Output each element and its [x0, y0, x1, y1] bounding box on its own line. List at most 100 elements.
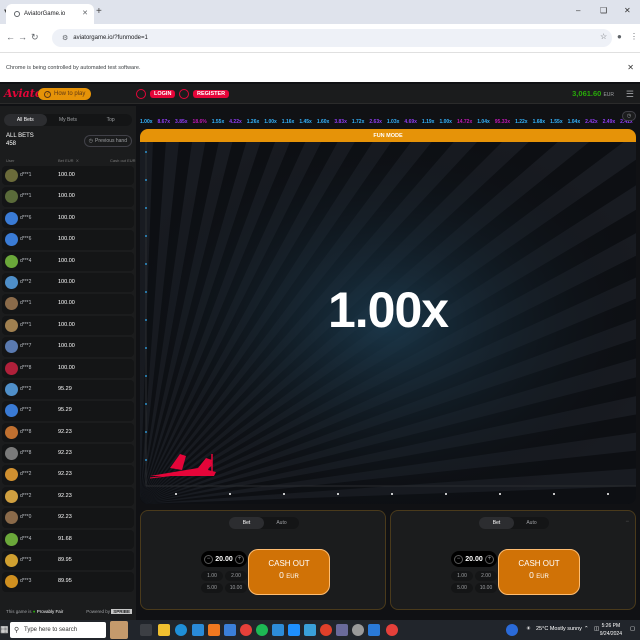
infobar-close-icon[interactable]: ✕ — [627, 63, 634, 72]
tab-bet[interactable]: Bet — [479, 517, 514, 529]
y-axis-dot — [145, 403, 147, 405]
tab-close-icon[interactable]: ✕ — [82, 9, 88, 17]
plus-icon[interactable]: + — [485, 554, 494, 564]
register-button[interactable]: REGISTER — [176, 88, 235, 100]
history-multiplier[interactable]: 1.04x — [568, 115, 581, 124]
history-multiplier[interactable]: 1.55x — [550, 115, 563, 124]
history-multiplier[interactable]: 1.04x — [477, 115, 490, 124]
quick-stake-button[interactable]: 10.00 — [225, 583, 247, 593]
quick-stake-button[interactable]: 2.00 — [225, 571, 247, 581]
stake-value[interactable]: 20.00 — [215, 556, 233, 563]
url-bar[interactable]: ⚙ aviatorgame.io/?funmode=1 — [52, 29, 612, 47]
hamburger-menu-icon[interactable]: ☰ — [626, 89, 634, 100]
history-multiplier[interactable]: 1.00x — [439, 115, 452, 124]
history-multiplier[interactable]: 1.55x — [212, 115, 225, 124]
game-header: Aviator ? How to play LOGIN REGISTER 3,0… — [0, 84, 640, 104]
history-multiplier[interactable]: 4.69x — [404, 115, 417, 124]
quick-stake-button[interactable]: 10.00 — [475, 583, 497, 593]
mail-icon[interactable] — [224, 624, 236, 636]
edge-icon[interactable] — [175, 624, 187, 636]
chrome-active-icon[interactable] — [386, 624, 398, 636]
history-multiplier[interactable]: 1.22x — [515, 115, 528, 124]
minimize-icon[interactable]: – — [576, 6, 580, 15]
new-tab-icon[interactable]: + — [96, 6, 102, 17]
login-button[interactable]: LOGIN — [133, 88, 181, 100]
history-multiplier[interactable]: 2.42x — [585, 115, 598, 124]
quick-stake-button[interactable]: 5.00 — [451, 583, 473, 593]
bookmark-star-icon[interactable]: ☆ — [600, 32, 607, 41]
store-icon[interactable] — [192, 624, 204, 636]
window-close-icon[interactable]: ✕ — [624, 6, 631, 15]
spotify-icon[interactable] — [256, 624, 268, 636]
back-icon[interactable]: ← — [6, 32, 15, 42]
site-info-icon[interactable]: ⚙ — [62, 34, 68, 42]
tab-auto[interactable]: Auto — [514, 517, 549, 529]
more-menu-icon[interactable]: ⋮ — [630, 32, 638, 41]
tab-my-bets[interactable]: My Bets — [47, 114, 90, 126]
restore-icon[interactable]: ❑ — [600, 6, 607, 15]
stake-value[interactable]: 20.00 — [465, 556, 483, 563]
tab-all-bets[interactable]: All Bets — [4, 114, 47, 126]
history-multiplier[interactable]: 1.68x — [533, 115, 546, 124]
system-clock[interactable]: 5:26 PM 9/24/2024 — [600, 622, 622, 638]
history-multiplier[interactable]: 1.03x — [387, 115, 400, 124]
app-tray-icon[interactable] — [506, 624, 518, 636]
quick-stake-button[interactable]: 2.00 — [475, 571, 497, 581]
history-multiplier[interactable]: 95.33x — [495, 115, 510, 124]
history-multiplier[interactable]: 1.16x — [282, 115, 295, 124]
history-multiplier[interactable]: 1.45x — [299, 115, 312, 124]
plus-icon[interactable]: + — [235, 554, 244, 564]
history-multiplier[interactable]: 1.26x — [247, 115, 260, 124]
windows-start-icon[interactable]: ▦ — [0, 624, 9, 636]
quick-stake-button[interactable]: 1.00 — [451, 571, 473, 581]
vscode-icon[interactable] — [368, 624, 380, 636]
how-to-play-button[interactable]: ? How to play — [38, 88, 92, 100]
app-icon[interactable] — [336, 624, 348, 636]
history-multiplier[interactable]: 1.72x — [352, 115, 365, 124]
opera-icon[interactable] — [320, 624, 332, 636]
tab-top[interactable]: Top — [89, 114, 132, 126]
notifications-icon[interactable]: ▢ — [630, 626, 635, 632]
history-multiplier[interactable]: 8.67x — [158, 115, 171, 124]
history-multiplier[interactable]: 3.83x — [334, 115, 347, 124]
tray-chevron-icon[interactable]: ⌃ — [584, 626, 589, 632]
cash-out-button[interactable]: CASH OUT 0 EUR — [498, 549, 580, 595]
previous-hand-button[interactable]: ◷ Previous hand — [83, 135, 132, 147]
file-explorer-icon[interactable] — [158, 624, 170, 636]
history-multiplier[interactable]: 18.6% — [193, 115, 207, 124]
history-multiplier[interactable]: 3.85x — [175, 115, 188, 124]
vlc-icon[interactable] — [208, 624, 220, 636]
minus-icon[interactable]: − — [204, 554, 213, 564]
history-multiplier[interactable]: 1.00x — [264, 115, 277, 124]
quick-stake-button[interactable]: 1.00 — [201, 571, 223, 581]
history-multiplier[interactable]: 14.72x — [457, 115, 472, 124]
history-expand-button[interactable]: ◷ — [622, 111, 636, 121]
history-multiplier[interactable]: 4.22x — [229, 115, 242, 124]
taskbar-search[interactable]: ⚲ Type here to search — [10, 622, 106, 638]
history-multiplier[interactable]: 1.60x — [317, 115, 330, 124]
task-view-icon[interactable] — [140, 624, 152, 636]
cash-out-button[interactable]: CASH OUT 0 EUR — [248, 549, 330, 595]
history-multiplier[interactable]: 2.49x — [603, 115, 616, 124]
weather-text[interactable]: 25°C Mostly sunny — [536, 626, 582, 632]
forward-icon[interactable]: → — [18, 32, 27, 42]
chrome-icon[interactable] — [240, 624, 252, 636]
news-widget-icon[interactable] — [110, 621, 128, 639]
profile-icon[interactable]: ● — [617, 32, 622, 41]
quick-stake-button[interactable]: 5.00 — [201, 583, 223, 593]
tab-auto[interactable]: Auto — [264, 517, 299, 529]
remove-panel-icon[interactable]: − — [625, 519, 629, 525]
tab-bet[interactable]: Bet — [229, 517, 264, 529]
provably-fair-link[interactable]: This game is ● Provably Fair — [6, 609, 63, 614]
settings-icon[interactable] — [352, 624, 364, 636]
history-multiplier[interactable]: 1.00x — [140, 115, 153, 124]
history-multiplier[interactable]: 1.19x — [422, 115, 435, 124]
photos-icon[interactable] — [288, 624, 300, 636]
browser-tab[interactable]: AviatorGame.io ✕ — [6, 4, 94, 24]
minus-icon[interactable]: − — [454, 554, 463, 564]
network-icon[interactable]: ◫ — [594, 626, 599, 632]
history-multiplier[interactable]: 2.63x — [369, 115, 382, 124]
app-icon[interactable] — [272, 624, 284, 636]
app-icon[interactable] — [304, 624, 316, 636]
reload-icon[interactable]: ↻ — [31, 32, 39, 43]
